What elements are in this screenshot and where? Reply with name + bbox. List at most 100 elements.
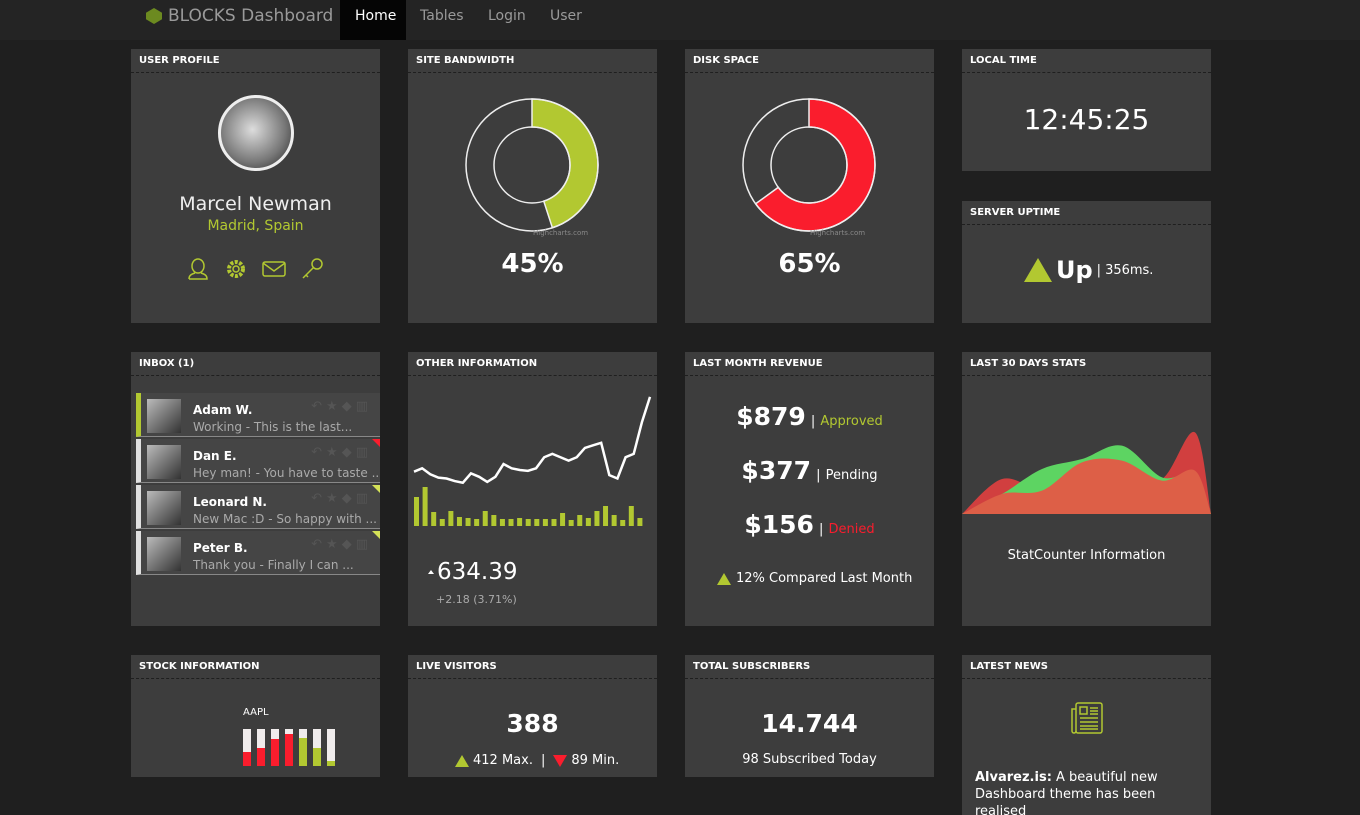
inbox-item[interactable]: Dan E. Hey man! - You have to taste ... …	[136, 439, 380, 483]
stock-bar-fill	[271, 739, 279, 766]
top-navbar: BLOCKS Dashboard Home Tables Login User	[0, 0, 1360, 40]
stock-bar	[327, 729, 335, 766]
panel-title: TOTAL SUBSCRIBERS	[685, 655, 934, 679]
reply-icon[interactable]: ↶	[311, 491, 326, 506]
profile-location: Madrid, Spain	[207, 218, 304, 234]
message-flag	[372, 531, 380, 539]
panel-title: LAST MONTH REVENUE	[685, 352, 934, 376]
star-icon[interactable]: ★	[326, 491, 342, 506]
last-30-days-stats-panel: LAST 30 DAYS STATS StatCounter Informati…	[962, 352, 1211, 626]
revenue-amount: $156	[744, 510, 814, 539]
tag-icon[interactable]: ◆	[342, 445, 356, 460]
separator: |	[540, 753, 546, 768]
nav-home[interactable]: Home	[340, 0, 406, 40]
sparkline-bar	[525, 519, 531, 526]
separator: |	[1096, 262, 1102, 278]
subscribers-today: 98 Subscribed Today	[742, 752, 877, 767]
sparkline-bar	[611, 515, 617, 526]
sender-avatar	[147, 399, 181, 433]
sparkline-chart	[413, 396, 652, 526]
user-profile-panel: USER PROFILE Marcel Newman Madrid, Spain	[131, 49, 380, 323]
trash-icon[interactable]: ▥	[356, 491, 372, 506]
nav-login[interactable]: Login	[473, 0, 541, 40]
visitors-count: 388	[506, 709, 559, 738]
sparkline-bar	[542, 519, 548, 526]
tag-icon[interactable]: ◆	[342, 537, 356, 552]
panel-title: STOCK INFORMATION	[131, 655, 380, 679]
panel-title: DISK SPACE	[685, 49, 934, 73]
up-triangle-icon	[455, 754, 469, 767]
trash-icon[interactable]: ▥	[356, 445, 372, 460]
sparkline-bar	[439, 519, 445, 526]
blocks-logo-icon	[146, 8, 162, 24]
visitors-max: 412 Max.	[473, 753, 533, 768]
revenue-row: $377 | Pending	[685, 456, 934, 485]
message-preview: Thank you - Finally I can ...	[193, 558, 354, 572]
stock-bar	[285, 729, 293, 766]
sparkline-bar	[637, 518, 643, 526]
message-actions[interactable]: ↶★◆▥	[311, 491, 372, 506]
stock-bar	[243, 729, 251, 766]
brand-label: BLOCKS Dashboard	[168, 6, 334, 26]
gear-icon[interactable]	[224, 257, 248, 281]
sparkline-bar	[560, 513, 566, 526]
message-actions[interactable]: ↶★◆▥	[311, 537, 372, 552]
stock-bar-fill	[285, 733, 293, 766]
star-icon[interactable]: ★	[326, 445, 342, 460]
stock-bar	[299, 729, 307, 766]
tag-icon[interactable]: ◆	[342, 491, 356, 506]
mail-icon[interactable]	[262, 257, 286, 281]
other-information-panel: OTHER INFORMATION 634.39 +2.18 (3.71%)	[408, 352, 657, 626]
brand[interactable]: BLOCKS Dashboard	[146, 6, 333, 26]
separator: |	[819, 522, 824, 537]
sparkline-bar	[474, 519, 480, 526]
nav-user[interactable]: User	[535, 0, 597, 40]
donut-inner-ring	[493, 126, 571, 204]
key-icon[interactable]	[300, 257, 324, 281]
news-item[interactable]: Alvarez.is: A beautiful new Dashboard th…	[975, 769, 1205, 815]
sparkline-bar	[551, 519, 557, 526]
revenue-status: Approved	[820, 414, 883, 429]
sparkline-bar	[603, 506, 609, 526]
uptime-status: Up	[1056, 256, 1093, 284]
user-icon[interactable]	[186, 257, 210, 281]
reply-icon[interactable]: ↶	[311, 399, 326, 414]
trash-icon[interactable]: ▥	[356, 399, 372, 414]
sparkline-bar	[422, 487, 428, 526]
separator: |	[810, 414, 816, 429]
nav-tables[interactable]: Tables	[405, 0, 479, 40]
reply-icon[interactable]: ↶	[311, 537, 326, 552]
message-actions[interactable]: ↶★◆▥	[311, 399, 372, 414]
trash-icon[interactable]: ▥	[356, 537, 372, 552]
stock-bar-fill	[243, 751, 251, 766]
inbox-item[interactable]: Leonard N. New Mac :D - So happy with ..…	[136, 485, 380, 529]
message-flag	[372, 439, 380, 447]
star-icon[interactable]: ★	[326, 399, 342, 414]
sparkline-bar	[499, 519, 505, 526]
sparkline-bar	[414, 497, 419, 526]
message-actions[interactable]: ↶★◆▥	[311, 445, 372, 460]
sparkline-bar	[517, 518, 523, 526]
inbox-item[interactable]: Adam W. Working - This is the last... ↶★…	[136, 393, 380, 437]
sender-avatar	[147, 445, 181, 479]
sender-name: Peter B.	[193, 541, 248, 555]
stock-bar-fill	[327, 760, 335, 766]
total-subscribers-panel: TOTAL SUBSCRIBERS 14.744 98 Subscribed T…	[685, 655, 934, 777]
panel-title: OTHER INFORMATION	[408, 352, 657, 376]
tag-icon[interactable]: ◆	[342, 399, 356, 414]
stock-value: 634.39	[437, 559, 518, 585]
stock-bar-fill	[257, 748, 265, 766]
reply-icon[interactable]: ↶	[311, 445, 326, 460]
stock-information-panel: STOCK INFORMATION AAPL	[131, 655, 380, 777]
inbox-item[interactable]: Peter B. Thank you - Finally I can ... ↶…	[136, 531, 380, 575]
down-triangle-icon	[553, 754, 568, 767]
bandwidth-donut-chart	[465, 98, 599, 232]
revenue-row: $879 | Approved	[685, 402, 934, 431]
sparkline-line	[413, 396, 652, 485]
sparkline-bar	[482, 511, 488, 526]
message-preview: New Mac :D - So happy with ...	[193, 512, 377, 526]
last-month-revenue-panel: LAST MONTH REVENUE $879 | Approved $377 |…	[685, 352, 934, 626]
star-icon[interactable]: ★	[326, 537, 342, 552]
sender-name: Dan E.	[193, 449, 237, 463]
local-time-panel: LOCAL TIME 12:45:25	[962, 49, 1211, 171]
